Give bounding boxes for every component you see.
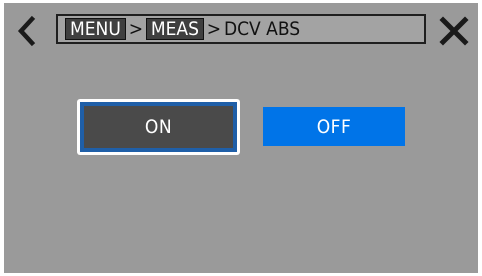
on-option-button[interactable]: ON <box>77 99 240 155</box>
close-x-icon <box>439 16 469 46</box>
breadcrumb: MENU > MEAS > DCV ABS <box>56 14 426 44</box>
on-option-label: ON <box>84 106 233 148</box>
off-option-button[interactable]: OFF <box>263 107 405 146</box>
breadcrumb-current: DCV ABS <box>223 18 301 40</box>
dcv-abs-settings-screen: MENU > MEAS > DCV ABS ON OFF <box>4 3 478 273</box>
breadcrumb-item-meas[interactable]: MEAS <box>145 18 204 40</box>
back-button[interactable] <box>12 13 42 49</box>
breadcrumb-separator: > <box>128 18 144 40</box>
selection-outline: ON <box>80 102 237 152</box>
close-button[interactable] <box>437 14 473 50</box>
breadcrumb-item-menu[interactable]: MENU <box>65 18 126 40</box>
breadcrumb-separator: > <box>206 18 222 40</box>
chevron-left-icon <box>17 15 36 47</box>
